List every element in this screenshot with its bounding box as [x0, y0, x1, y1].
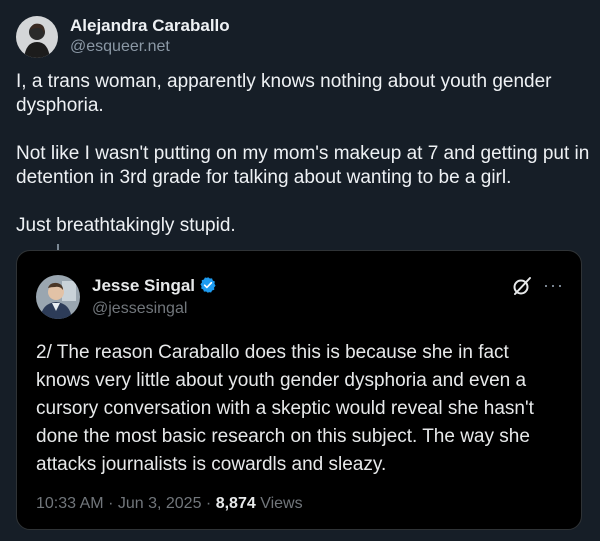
post-paragraph: Not like I wasn't putting on my mom's ma…: [16, 143, 590, 188]
views-count[interactable]: 8,874: [216, 495, 256, 512]
quoted-post-text: 2/ The reason Caraballo does this is bec…: [36, 342, 534, 475]
post-meta: 10:33 AM · Jun 3, 2025 · 8,874 Views: [36, 495, 303, 513]
grok-icon[interactable]: [512, 276, 532, 301]
post-paragraph: I, a trans woman, apparently knows nothi…: [16, 71, 552, 116]
quoted-avatar[interactable]: [36, 275, 80, 319]
verified-badge-icon: [199, 276, 217, 299]
post-text: I, a trans woman, apparently knows nothi…: [16, 70, 592, 262]
quoted-author-handle[interactable]: @jessesingal: [92, 300, 187, 318]
meta-separator: ·: [205, 495, 212, 512]
author-avatar[interactable]: [16, 16, 58, 58]
author-handle[interactable]: @esqueer.net: [70, 38, 170, 56]
more-icon[interactable]: ···: [543, 275, 564, 296]
post-date[interactable]: Jun 3, 2025: [118, 495, 202, 512]
author-name[interactable]: Alejandra Caraballo: [70, 16, 230, 36]
post-time[interactable]: 10:33 AM: [36, 495, 104, 512]
quoted-post-card[interactable]: Jesse Singal @jessesingal ··· 2/ The rea…: [16, 250, 582, 530]
quoted-author-name[interactable]: Jesse Singal: [92, 276, 217, 299]
views-label: Views: [260, 495, 303, 512]
post-paragraph: Just breathtakingly stupid.: [16, 215, 236, 236]
meta-separator: ·: [108, 495, 114, 512]
quoted-author-name-text: Jesse Singal: [92, 276, 196, 295]
